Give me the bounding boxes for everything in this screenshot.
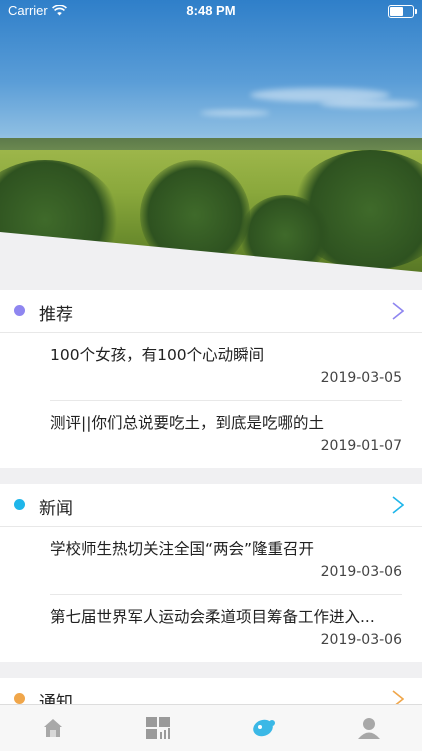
tab-profile[interactable]	[317, 705, 422, 751]
tab-home[interactable]	[0, 705, 106, 751]
discover-icon	[251, 716, 277, 740]
chevron-right-icon[interactable]	[392, 496, 404, 514]
section-header-recommend[interactable]: 推荐	[0, 290, 422, 333]
section-recommend: 推荐 100个女孩，有100个心动瞬间 2019-03-05 测评||你们总说要…	[0, 290, 422, 468]
tab-data[interactable]	[106, 705, 212, 751]
grid-chart-icon	[145, 716, 171, 740]
item-title: 学校师生热切关注全国“两会”隆重召开	[50, 537, 314, 559]
item-title: 第七届世界军人运动会柔道项目筹备工作进入...	[50, 605, 375, 627]
item-date: 2019-03-06	[321, 564, 402, 580]
tab-discover[interactable]	[211, 705, 317, 751]
item-title: 测评||你们总说要吃土，到底是吃哪的土	[50, 411, 324, 433]
battery-icon	[388, 5, 414, 18]
section-header-news[interactable]: 新闻	[0, 484, 422, 527]
status-time: 8:48 PM	[0, 3, 422, 18]
tab-bar	[0, 704, 422, 751]
hero-banner[interactable]	[0, 0, 422, 290]
profile-icon	[357, 716, 381, 740]
list-item[interactable]: 学校师生热切关注全国“两会”隆重召开 2019-03-06	[50, 527, 402, 594]
section-title: 新闻	[39, 494, 73, 519]
item-date: 2019-03-05	[321, 370, 402, 386]
status-bar: Carrier 8:48 PM	[0, 0, 422, 22]
section-dot	[14, 305, 25, 316]
list-item[interactable]: 100个女孩，有100个心动瞬间 2019-03-05	[50, 333, 402, 400]
section-dot	[14, 693, 25, 704]
item-date: 2019-03-06	[321, 632, 402, 648]
home-icon	[42, 717, 64, 739]
item-title: 100个女孩，有100个心动瞬间	[50, 343, 264, 365]
list-item[interactable]: 测评||你们总说要吃土，到底是吃哪的土 2019-01-07	[50, 400, 402, 468]
item-date: 2019-01-07	[321, 438, 402, 454]
list-item[interactable]: 第七届世界军人运动会柔道项目筹备工作进入... 2019-03-06	[50, 594, 402, 662]
chevron-right-icon[interactable]	[392, 302, 404, 320]
section-news: 新闻 学校师生热切关注全国“两会”隆重召开 2019-03-06 第七届世界军人…	[0, 484, 422, 662]
section-title: 推荐	[39, 300, 73, 325]
section-dot	[14, 499, 25, 510]
